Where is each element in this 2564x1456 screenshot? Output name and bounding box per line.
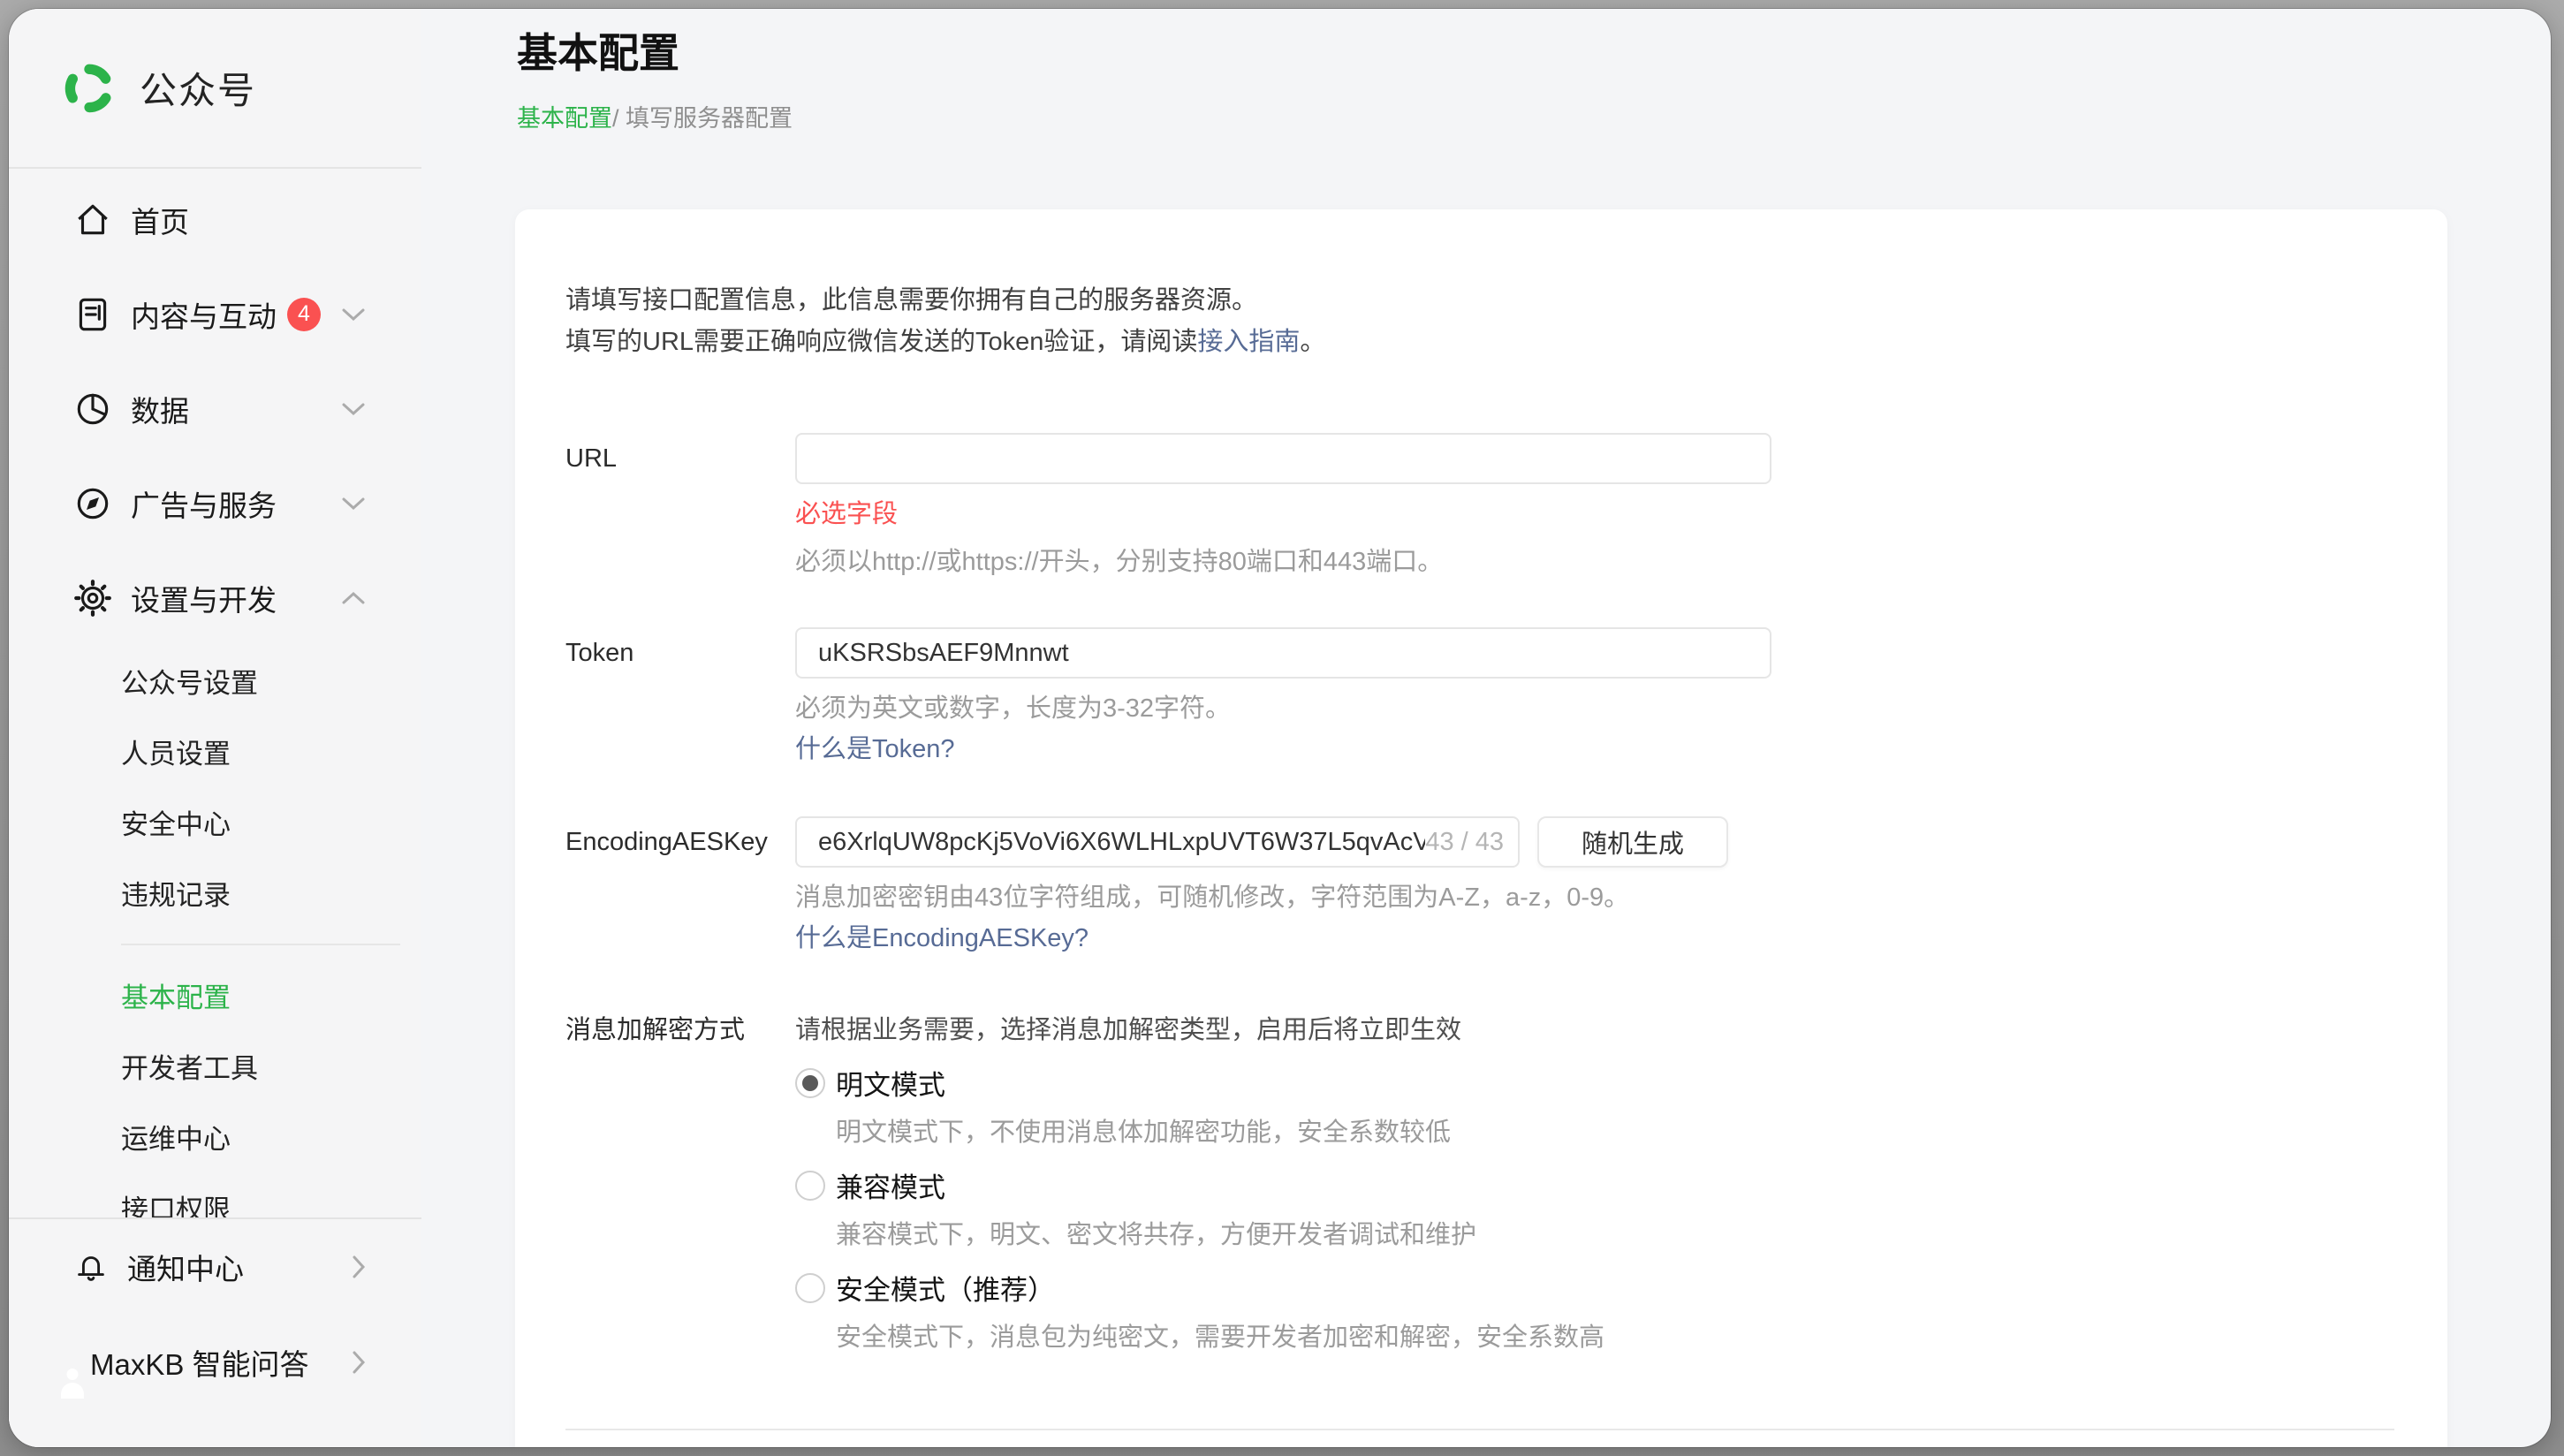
chevron-down-icon (340, 307, 367, 322)
sidebar-item-maxkb[interactable]: MaxKB 智能问答 (9, 1315, 421, 1410)
sidebar-footer: 通知中心 MaxKB 智能问答 (9, 1217, 421, 1447)
wechat-logo-icon (62, 61, 117, 116)
radio-label: 明文模式 (836, 1063, 945, 1103)
brand-header: 公众号 (9, 9, 421, 169)
intro-line-1: 请填写接口配置信息，此信息需要你拥有自己的服务器资源。 (565, 280, 2394, 322)
char-counter: 43 / 43 (1425, 828, 1518, 857)
random-generate-button[interactable]: 随机生成 (1537, 816, 1728, 868)
sidebar-menu: 首页 内容与互动 4 (9, 169, 421, 645)
sidebar-item-violation-record[interactable]: 违规记录 (9, 857, 421, 928)
settings-gear-icon (72, 578, 113, 618)
sidebar-item-basic-config[interactable]: 基本配置 (9, 959, 421, 1030)
sidebar-item-data[interactable]: 数据 (9, 361, 421, 456)
sub-item-label: 违规记录 (121, 873, 231, 913)
radio-unselected-icon[interactable] (795, 1171, 825, 1201)
url-required-error: 必选字段 (795, 497, 2394, 532)
sidebar-item-settings[interactable]: 设置与开发 (9, 550, 421, 645)
radio-label: 安全模式（推荐） (836, 1268, 1055, 1308)
chevron-right-icon (351, 1349, 367, 1376)
radio-secure-mode-desc: 安全模式下，消息包为纯密文，需要开发者加密和解密，安全系数高 (836, 1320, 2394, 1355)
radio-unselected-icon[interactable] (795, 1273, 825, 1303)
radio-selected-icon[interactable] (795, 1068, 825, 1098)
sidebar-item-home[interactable]: 首页 (9, 172, 421, 267)
sidebar-item-ops-center[interactable]: 运维中心 (9, 1101, 421, 1172)
sidebar-item-label: 内容与互动 (131, 293, 277, 336)
page-title: 基本配置 (517, 28, 2551, 78)
content-icon (72, 294, 113, 335)
card-footer-divider (565, 1429, 2394, 1430)
submenu-divider (121, 944, 400, 945)
data-icon (72, 389, 113, 429)
unread-badge: 4 (287, 298, 321, 331)
chevron-up-icon (340, 590, 367, 606)
sidebar-item-label: 首页 (131, 199, 189, 241)
main-content: 基本配置 基本配置/ 填写服务器配置 请填写接口配置信息，此信息需要你拥有自己的… (421, 9, 2551, 1447)
url-hint: 必须以http://或https://开头，分别支持80端口和443端口。 (795, 544, 2394, 580)
token-label: Token (565, 627, 795, 767)
sub-item-label: 安全中心 (121, 802, 231, 842)
sub-item-label: 开发者工具 (121, 1046, 258, 1086)
what-is-aes-key-link[interactable]: 什么是EncodingAESKey? (795, 924, 1089, 952)
breadcrumb: 基本配置/ 填写服务器配置 (517, 101, 2551, 136)
radio-plain-mode[interactable]: 明文模式 (795, 1063, 2394, 1103)
home-icon (72, 200, 113, 240)
aes-key-label: EncodingAESKey (565, 816, 795, 956)
sidebar-item-account-settings[interactable]: 公众号设置 (9, 645, 421, 716)
intro-line-2: 填写的URL需要正确响应微信发送的Token验证，请阅读接入指南。 (565, 322, 2394, 363)
url-row: URL 必选字段 必须以http://或https://开头，分别支持80端口和… (565, 433, 2394, 580)
sidebar-item-label: 数据 (131, 388, 189, 430)
intro-line-2-suffix: 。 (1300, 328, 1325, 356)
encrypt-mode-desc: 请根据业务需要，选择消息加解密类型，启用后将立即生效 (795, 1012, 2394, 1048)
radio-label: 兼容模式 (836, 1165, 945, 1205)
sidebar-item-label: 设置与开发 (131, 577, 277, 619)
url-label: URL (565, 433, 795, 580)
app-window: 公众号 首页 内容与互动 4 (9, 9, 2551, 1447)
sub-item-label: 运维中心 (121, 1117, 231, 1156)
token-input[interactable] (795, 627, 1771, 679)
radio-plain-mode-desc: 明文模式下，不使用消息体加解密功能，安全系数较低 (836, 1115, 2394, 1150)
breadcrumb-current: / 填写服务器配置 (612, 105, 793, 132)
sidebar-item-staff-settings[interactable]: 人员设置 (9, 716, 421, 786)
sidebar-item-security-center[interactable]: 安全中心 (9, 786, 421, 857)
aes-key-row: EncodingAESKey 43 / 43 随机生成 消息加密密钥由43位字符… (565, 816, 2394, 956)
sidebar-item-label: MaxKB 智能问答 (90, 1341, 309, 1384)
sidebar-item-label: 广告与服务 (131, 482, 277, 525)
bell-icon (72, 1248, 110, 1285)
app-title: 公众号 (140, 61, 256, 115)
aes-key-input[interactable] (797, 828, 1425, 857)
breadcrumb-link-basic-config[interactable]: 基本配置 (517, 105, 612, 132)
config-card: 请填写接口配置信息，此信息需要你拥有自己的服务器资源。 填写的URL需要正确响应… (515, 209, 2447, 1447)
sidebar-item-ads[interactable]: 广告与服务 (9, 456, 421, 550)
radio-compat-mode-desc: 兼容模式下，明文、密文将共存，方便开发者调试和维护 (836, 1217, 2394, 1253)
intro-text: 请填写接口配置信息，此信息需要你拥有自己的服务器资源。 填写的URL需要正确响应… (565, 280, 2394, 363)
chevron-down-icon (340, 401, 367, 417)
access-guide-link[interactable]: 接入指南 (1197, 328, 1300, 356)
radio-secure-mode[interactable]: 安全模式（推荐） (795, 1268, 2394, 1308)
aes-key-field: 43 / 43 (795, 816, 1520, 868)
sidebar-item-developer-tools[interactable]: 开发者工具 (9, 1030, 421, 1101)
encrypt-mode-row: 消息加解密方式 请根据业务需要，选择消息加解密类型，启用后将立即生效 明文模式 … (565, 1012, 2394, 1369)
encrypt-mode-label: 消息加解密方式 (565, 1012, 795, 1369)
sidebar: 公众号 首页 内容与互动 4 (9, 9, 421, 1447)
chevron-right-icon (351, 1254, 367, 1280)
sub-item-label: 基本配置 (121, 975, 231, 1015)
settings-submenu: 公众号设置 人员设置 安全中心 违规记录 基本配置 开发者工具 运维中心 接口权… (9, 645, 421, 1242)
sub-item-label: 公众号设置 (121, 661, 258, 701)
aes-key-hint: 消息加密密钥由43位字符组成，可随机修改，字符范围为A-Z，a-z，0-9。 (795, 880, 2394, 915)
sub-item-label: 人员设置 (121, 732, 231, 771)
what-is-token-link[interactable]: 什么是Token? (795, 735, 955, 763)
sidebar-item-notification-center[interactable]: 通知中心 (9, 1219, 421, 1315)
intro-line-2-text: 填写的URL需要正确响应微信发送的Token验证，请阅读 (565, 328, 1197, 356)
sidebar-item-label: 通知中心 (127, 1246, 244, 1288)
chevron-down-icon (340, 496, 367, 512)
ads-icon (72, 483, 113, 524)
radio-compat-mode[interactable]: 兼容模式 (795, 1165, 2394, 1205)
sidebar-item-content[interactable]: 内容与互动 4 (9, 267, 421, 361)
url-input[interactable] (795, 433, 1771, 484)
token-row: Token 必须为英文或数字，长度为3-32字符。 什么是Token? (565, 627, 2394, 767)
token-hint: 必须为英文或数字，长度为3-32字符。 (795, 691, 2394, 726)
